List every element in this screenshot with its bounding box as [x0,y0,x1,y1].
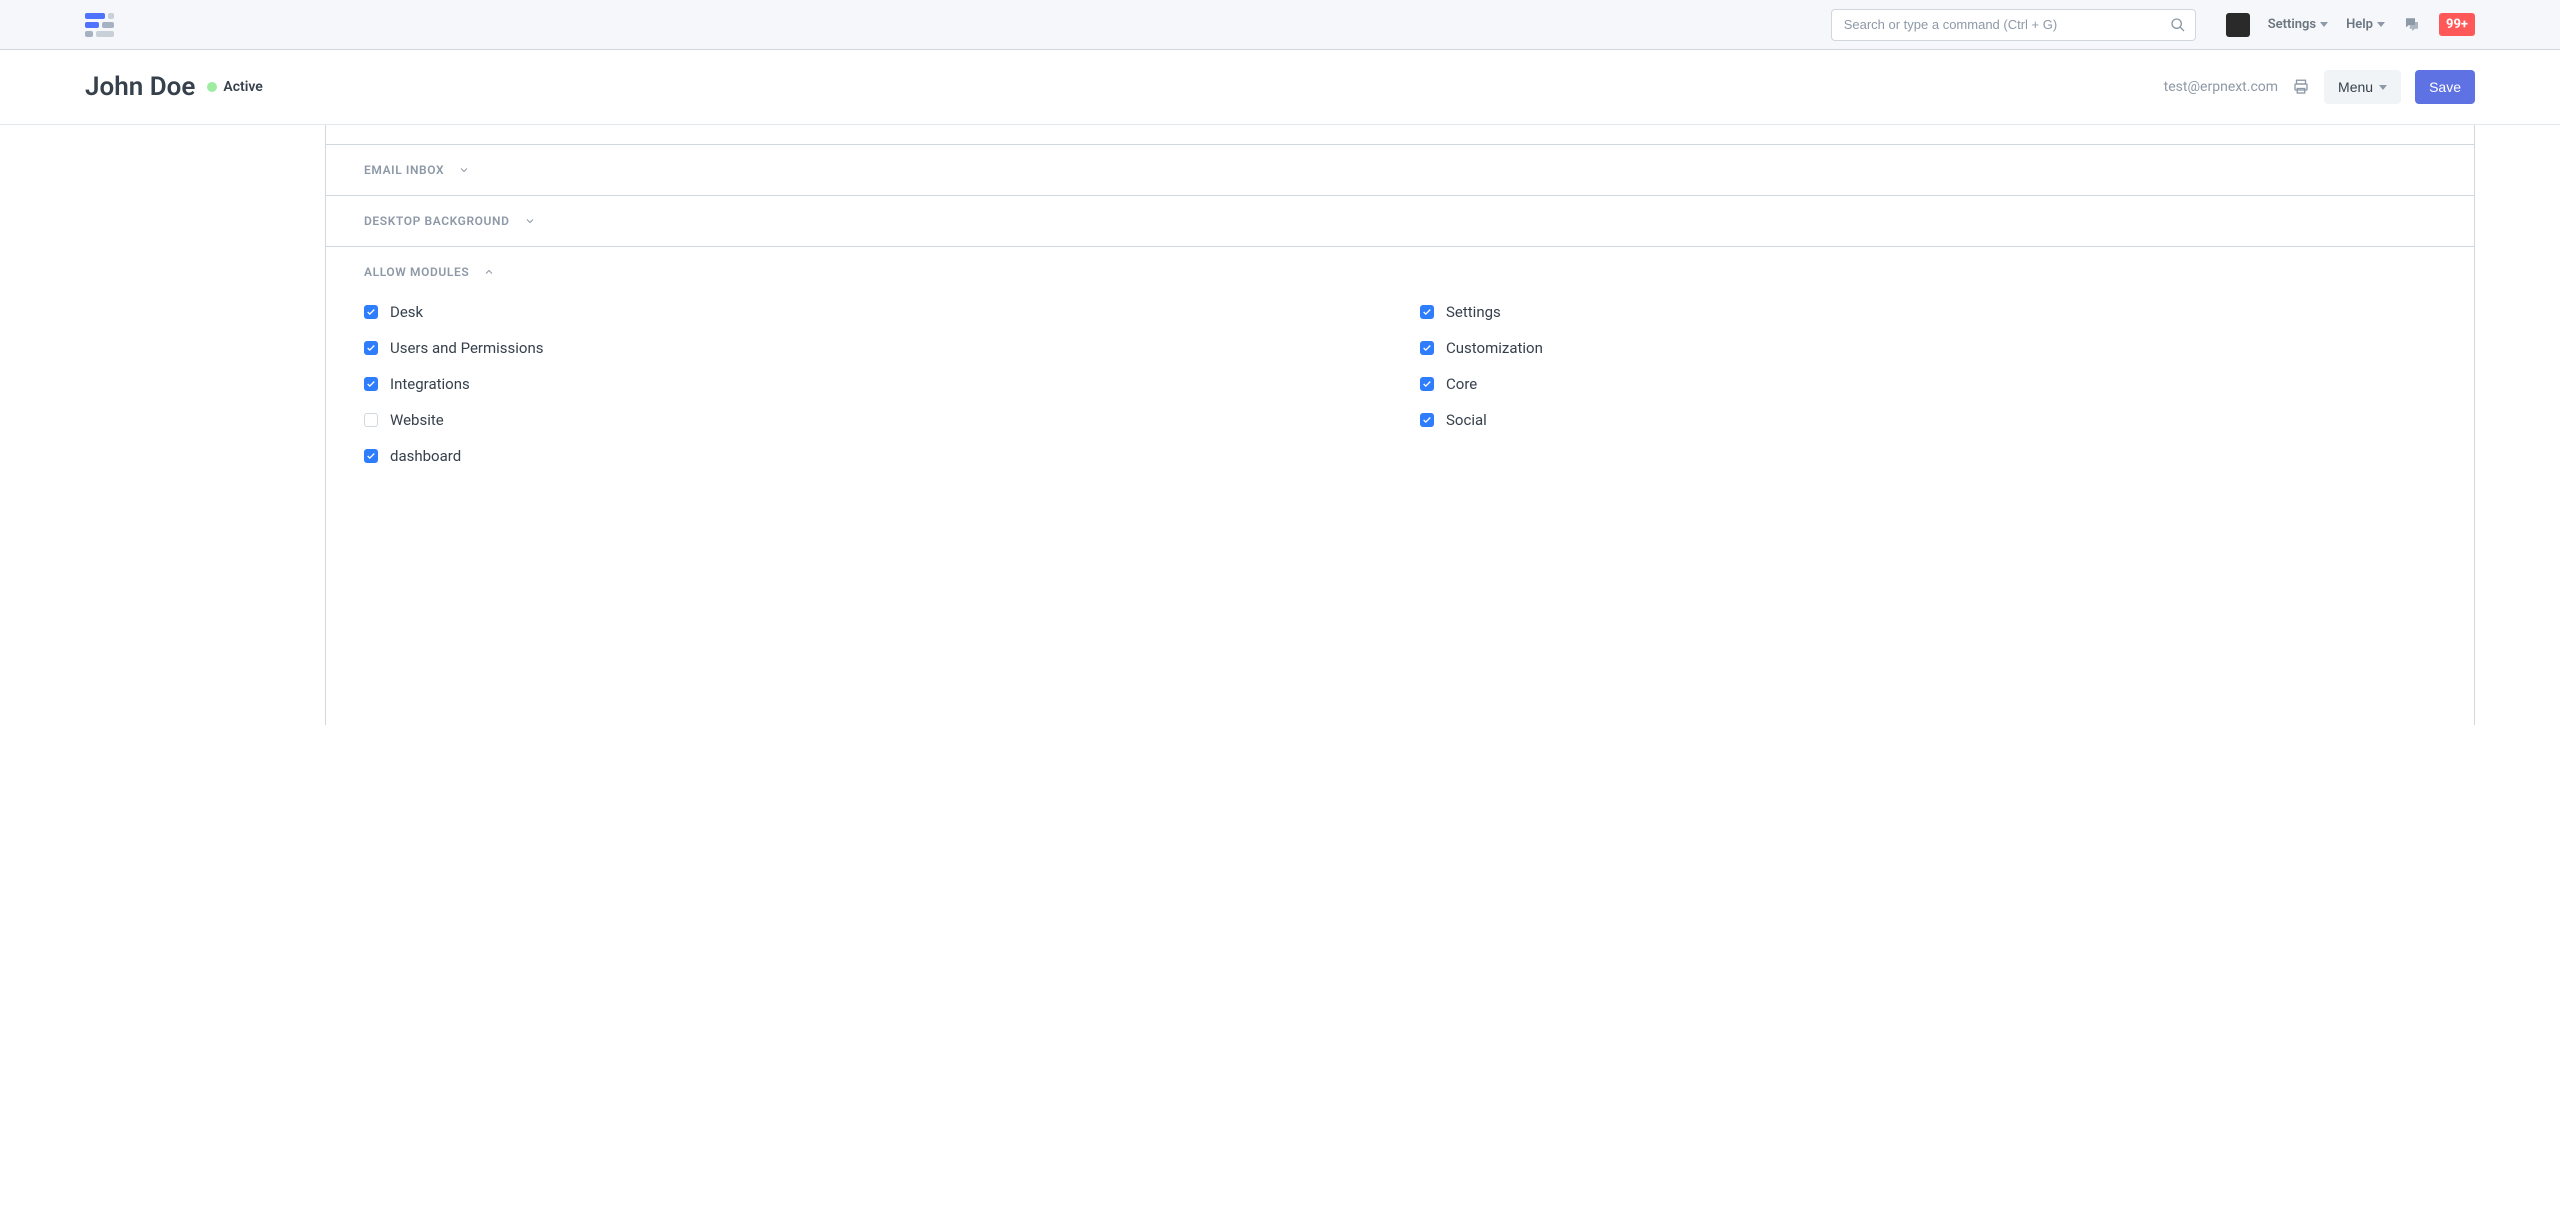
navbar-right: Settings Help 99+ [2226,13,2475,37]
module-label: Settings [1446,303,1501,321]
allow-modules-col-left: Desk Users and Permissions Integrations … [364,303,1380,465]
checkbox-icon [364,377,378,391]
module-checkbox-integrations[interactable]: Integrations [364,375,1380,393]
section-head-email-inbox[interactable]: Email Inbox [364,163,2436,177]
checkbox-icon [364,413,378,427]
search-input[interactable] [1831,9,2196,41]
checkbox-icon [364,449,378,463]
settings-menu[interactable]: Settings [2268,17,2328,32]
module-checkbox-website[interactable]: Website [364,411,1380,429]
search-icon [2170,17,2186,33]
section-head-allow-modules[interactable]: Allow Modules [364,265,2436,279]
chat-icon[interactable] [2403,16,2421,34]
chevron-down-icon [524,215,536,227]
allow-modules-col-right: Settings Customization Core Social [1420,303,2436,465]
checkbox-icon [364,305,378,319]
module-label: Website [390,411,444,429]
checkbox-icon [1420,341,1434,355]
allow-modules-body: Desk Users and Permissions Integrations … [364,303,2436,465]
page-actions: test@erpnext.com Menu Save [2164,70,2475,104]
checkbox-icon [1420,305,1434,319]
module-checkbox-customization[interactable]: Customization [1420,339,2436,357]
print-icon[interactable] [2292,78,2310,96]
chevron-down-icon [2320,22,2328,27]
module-label: Integrations [390,375,470,393]
chevron-up-icon [483,266,495,278]
module-checkbox-users-permissions[interactable]: Users and Permissions [364,339,1380,357]
section-title: Desktop Background [364,214,510,228]
module-label: Users and Permissions [390,339,544,357]
page-title: John Doe [85,72,195,102]
module-checkbox-social[interactable]: Social [1420,411,2436,429]
navbar: Settings Help 99+ [0,0,2560,50]
module-label: Core [1446,375,1477,393]
section-allow-modules: Allow Modules Desk Users and Permissions [326,247,2474,725]
module-label: dashboard [390,447,461,465]
checkbox-icon [1420,377,1434,391]
search-wrapper [1831,9,2196,41]
help-label: Help [2346,17,2373,32]
module-checkbox-desk[interactable]: Desk [364,303,1380,321]
checkbox-icon [364,341,378,355]
section-top-remainder [326,125,2474,145]
notifications-badge[interactable]: 99+ [2439,13,2475,36]
module-checkbox-core[interactable]: Core [1420,375,2436,393]
section-email-inbox: Email Inbox [326,145,2474,196]
section-desktop-background: Desktop Background [326,196,2474,247]
module-label: Social [1446,411,1487,429]
avatar[interactable] [2226,13,2250,37]
menu-button[interactable]: Menu [2324,70,2401,104]
app-logo[interactable] [85,13,114,37]
status-label: Active [223,79,262,95]
chevron-down-icon [2377,22,2385,27]
chevron-down-icon [2379,85,2387,90]
section-title: Allow Modules [364,265,469,279]
form-sidebar [85,125,325,725]
chevron-down-icon [458,164,470,176]
form-area: Email Inbox Desktop Background Allow Mod… [0,125,2560,725]
status-badge: Active [207,79,262,95]
checkbox-icon [1420,413,1434,427]
module-checkbox-dashboard[interactable]: dashboard [364,447,1380,465]
settings-label: Settings [2268,17,2316,32]
save-button[interactable]: Save [2415,70,2475,104]
help-menu[interactable]: Help [2346,17,2385,32]
module-label: Customization [1446,339,1543,357]
menu-button-label: Menu [2338,79,2373,95]
status-dot-icon [207,82,217,92]
module-label: Desk [390,303,423,321]
form-main: Email Inbox Desktop Background Allow Mod… [325,125,2475,725]
module-checkbox-settings[interactable]: Settings [1420,303,2436,321]
section-title: Email Inbox [364,163,444,177]
user-email: test@erpnext.com [2164,79,2278,95]
section-head-desktop-background[interactable]: Desktop Background [364,214,2436,228]
page-header: John Doe Active test@erpnext.com Menu Sa… [0,50,2560,125]
